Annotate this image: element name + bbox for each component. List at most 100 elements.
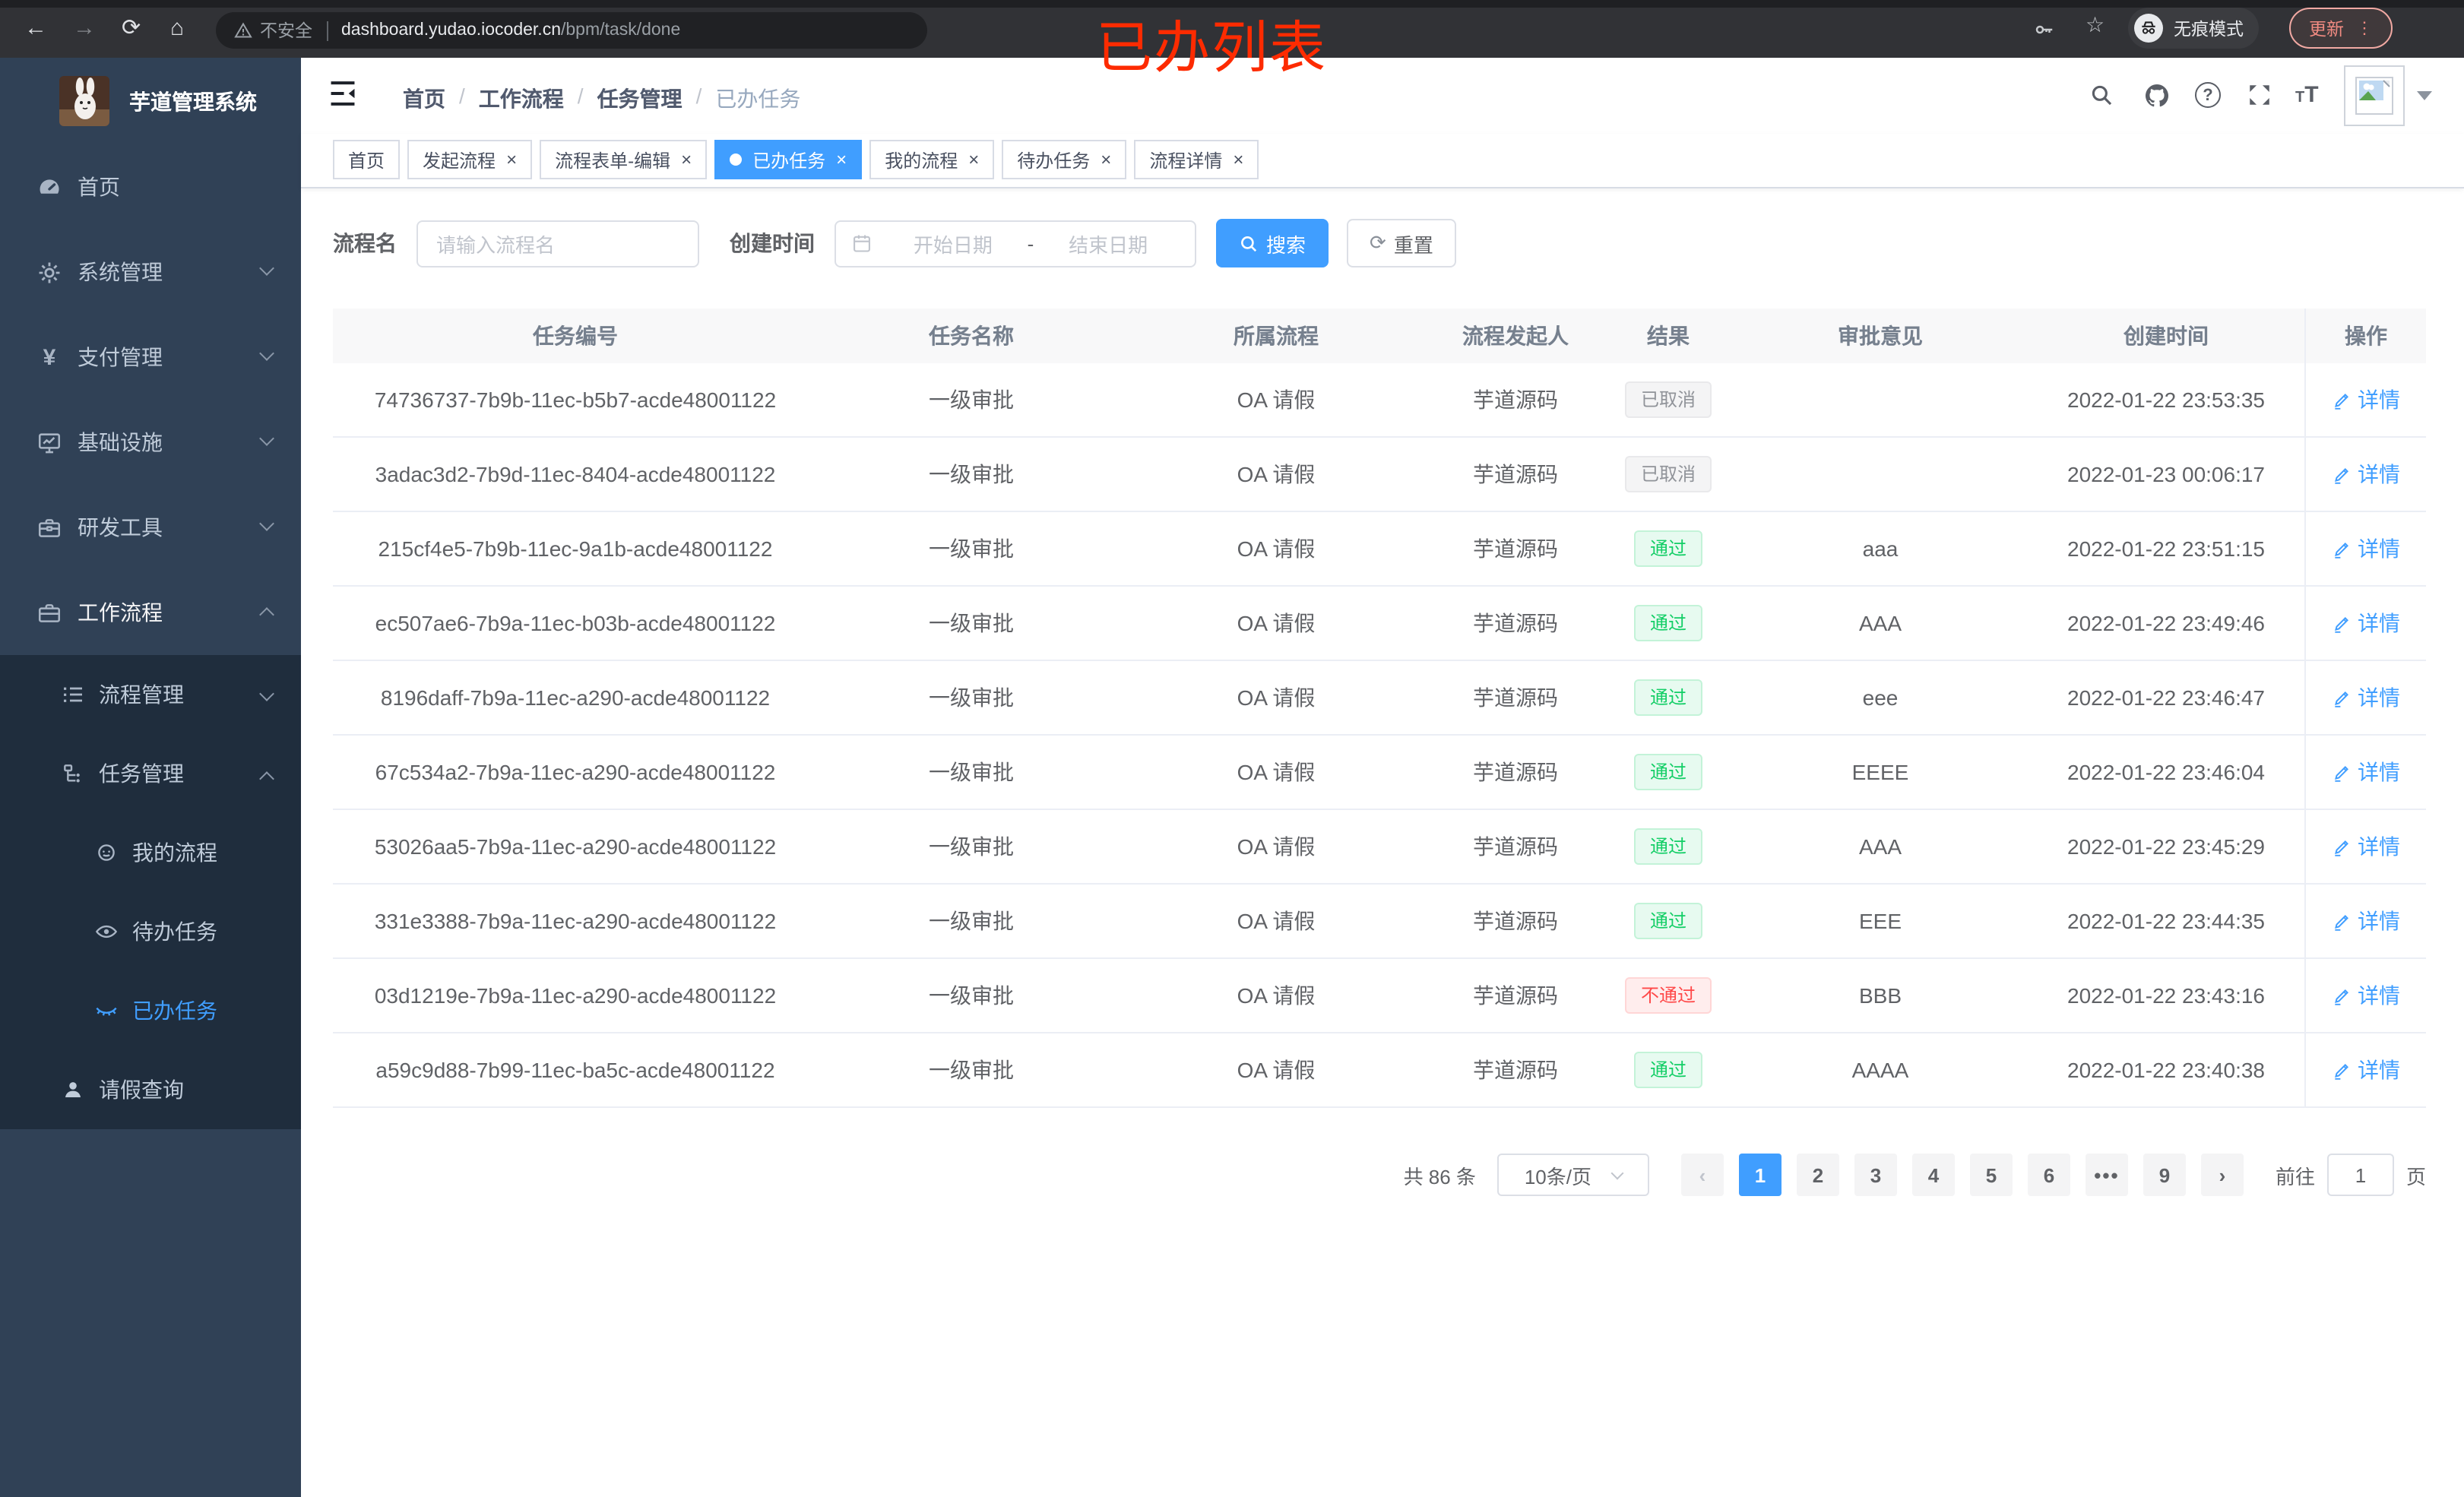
pager-prev[interactable]: ‹ (1680, 1154, 1724, 1196)
app-logo (59, 76, 109, 126)
detail-button[interactable]: 详情 (2332, 385, 2400, 415)
incognito-label: 无痕模式 (2174, 21, 2244, 39)
tab-todo-tasks[interactable]: 待办任务 × (1002, 140, 1127, 179)
tab-my-process[interactable]: 我的流程 × (869, 140, 995, 179)
edit-pen-icon (2332, 762, 2352, 782)
cell-initiator: 芋道源码 (1473, 834, 1558, 859)
result-badge: 通过 (1634, 1052, 1702, 1088)
address-bar[interactable]: 不安全 dashboard.yudao.iocoder.cn/bpm/task/… (216, 12, 927, 49)
breadcrumb-task-mgmt[interactable]: 任务管理 (597, 84, 683, 114)
sidebar-item-devtools[interactable]: 研发工具 (0, 485, 301, 570)
cell-result: 通过 (1604, 512, 1733, 585)
app-title: 芋道管理系统 (129, 89, 257, 113)
github-icon[interactable] (2143, 82, 2171, 117)
cell-comment: AAA (1858, 834, 1902, 859)
goto-page-input[interactable]: 1 (2326, 1154, 2394, 1196)
detail-button[interactable]: 详情 (2332, 831, 2400, 862)
done-task-table: 任务编号 任务名称 所属流程 流程发起人 结果 审批意见 创建时间 操作 747… (333, 309, 2426, 1108)
avatar[interactable] (2344, 65, 2405, 126)
breadcrumb-workflow[interactable]: 工作流程 (479, 84, 564, 114)
breadcrumb-home[interactable]: 首页 (403, 84, 445, 114)
pager-page-4[interactable]: 4 (1911, 1154, 1955, 1196)
list-icon (61, 682, 85, 707)
detail-button[interactable]: 详情 (2332, 906, 2400, 936)
close-icon[interactable]: × (681, 150, 692, 169)
pager-page-6[interactable]: 6 (2027, 1154, 2070, 1196)
page-size-select[interactable]: 10条/页 (1496, 1154, 1649, 1196)
cell-task-name: 一级审批 (929, 388, 1014, 412)
pager-page-3[interactable]: 3 (1854, 1154, 1897, 1196)
close-icon[interactable]: × (506, 150, 517, 169)
close-icon[interactable]: × (1101, 150, 1111, 169)
detail-button[interactable]: 详情 (2332, 1055, 2400, 1085)
fullscreen-icon[interactable] (2247, 82, 2272, 116)
browser-reload-icon[interactable]: ⟳ (122, 14, 141, 44)
detail-button[interactable]: 详情 (2332, 682, 2400, 713)
browser-forward-icon[interactable]: → (73, 14, 96, 44)
close-icon[interactable]: × (1233, 150, 1243, 169)
detail-button[interactable]: 详情 (2332, 757, 2400, 787)
bookmark-star-icon[interactable]: ☆ (2086, 12, 2105, 38)
sidebar-item-my-process[interactable]: 我的流程 (0, 813, 301, 892)
close-icon[interactable]: × (968, 150, 979, 169)
detail-button[interactable]: 详情 (2332, 608, 2400, 638)
sidebar-item-done-tasks[interactable]: 已办任务 (0, 971, 301, 1050)
avatar-caret-icon[interactable] (2417, 91, 2432, 100)
sidebar-item-system[interactable]: 系统管理 (0, 229, 301, 315)
process-name-input[interactable]: 请输入流程名 (416, 220, 699, 267)
result-badge: 已取消 (1625, 456, 1711, 492)
pager-page-9[interactable]: 9 (2143, 1154, 2186, 1196)
security-label[interactable]: 不安全 (260, 18, 312, 43)
cell-initiator: 芋道源码 (1473, 760, 1558, 784)
cell-process: OA 请假 (1237, 462, 1316, 486)
sidebar-item-home[interactable]: 首页 (0, 144, 301, 229)
sidebar-collapse-icon[interactable] (328, 81, 357, 114)
cell-task-id: 03d1219e-7b9a-11ec-a290-acde48001122 (374, 983, 777, 1008)
date-range-input[interactable]: 开始日期 - 结束日期 (835, 220, 1196, 267)
pager-ellipsis[interactable]: ••• (2085, 1154, 2128, 1196)
sidebar-item-todo-tasks[interactable]: 待办任务 (0, 892, 301, 971)
detail-button[interactable]: 详情 (2332, 980, 2400, 1011)
search-button[interactable]: 搜索 (1216, 219, 1329, 267)
tab-process-detail[interactable]: 流程详情 × (1134, 140, 1259, 179)
reset-button[interactable]: ⟳ 重置 (1347, 219, 1456, 267)
browser-back-icon[interactable]: ← (24, 14, 47, 44)
pager-next[interactable]: › (2200, 1154, 2244, 1196)
browser-menu-icon[interactable]: ⋮ (2356, 18, 2373, 38)
sidebar-item-task-mgmt[interactable]: 任务管理 (0, 734, 301, 813)
pager-page-5[interactable]: 5 (1969, 1154, 2013, 1196)
table-body: 74736737-7b9b-11ec-b5b7-acde48001122 一级审… (333, 363, 2426, 1108)
pager-page-1[interactable]: 1 (1738, 1154, 1781, 1196)
search-icon[interactable] (2089, 82, 2114, 116)
sidebar-item-payment[interactable]: ¥ 支付管理 (0, 315, 301, 400)
cell-result: 通过 (1604, 736, 1733, 809)
filter-form: 流程名 请输入流程名 创建时间 开始日期 - 结束日期 搜索 ⟳ 重置 (333, 219, 2426, 267)
app-logo-row[interactable]: 芋道管理系统 (0, 58, 301, 144)
sidebar-item-workflow[interactable]: 工作流程 (0, 570, 301, 655)
update-label[interactable]: 更新 (2309, 16, 2344, 40)
cell-task-id: 74736737-7b9b-11ec-b5b7-acde48001122 (374, 388, 777, 412)
detail-button[interactable]: 详情 (2332, 533, 2400, 564)
browser-home-icon[interactable]: ⌂ (170, 14, 184, 44)
password-key-icon[interactable] (2032, 18, 2055, 41)
sidebar-item-leave-query[interactable]: 请假查询 (0, 1050, 301, 1129)
date-separator: - (1027, 232, 1034, 255)
font-size-icon[interactable]: TT (2295, 82, 2319, 109)
main-area: 首页 / 工作流程 / 任务管理 / 已办任务 ? TT 首页 发起流程 × 流… (301, 58, 2464, 1497)
tab-home[interactable]: 首页 (333, 140, 401, 179)
pager-page-2[interactable]: 2 (1796, 1154, 1839, 1196)
sidebar-item-process-mgmt[interactable]: 流程管理 (0, 655, 301, 734)
cell-task-id: ec507ae6-7b9a-11ec-b03b-acde48001122 (375, 611, 776, 635)
cell-comment: EEEE (1851, 760, 1909, 784)
cell-actions: 详情 (2304, 512, 2426, 585)
tab-form-edit[interactable]: 流程表单-编辑 × (540, 140, 708, 179)
browser-update-button[interactable]: 更新 ⋮ (2289, 8, 2393, 49)
help-icon[interactable]: ? (2195, 82, 2221, 108)
detail-button[interactable]: 详情 (2332, 459, 2400, 489)
sidebar-item-infrastructure[interactable]: 基础设施 (0, 400, 301, 485)
tab-start-process[interactable]: 发起流程 × (407, 140, 533, 179)
col-comment: 审批意见 (1838, 324, 1923, 348)
tab-done-tasks[interactable]: 已办任务 × (714, 140, 863, 179)
close-icon[interactable]: × (836, 150, 847, 169)
breadcrumb-separator: / (695, 84, 702, 108)
